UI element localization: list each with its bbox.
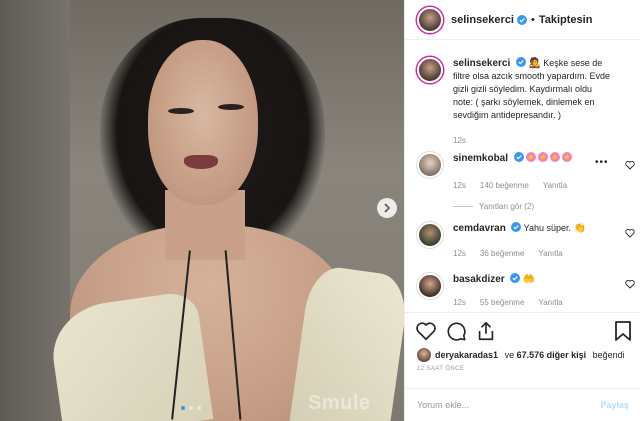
comment-likes[interactable]: 36 beğenme: [480, 247, 524, 260]
flowers-emoji-icon: [526, 152, 574, 163]
more-options-icon[interactable]: •••: [595, 157, 609, 168]
comment-meta: 12s 140 beğenme Yanıtla: [453, 179, 613, 192]
share-button[interactable]: [475, 320, 497, 342]
verified-badge-icon: [513, 152, 524, 162]
post-video[interactable]: Smule: [0, 0, 404, 421]
flower-icon: [550, 152, 561, 162]
smule-watermark: Smule: [308, 392, 371, 414]
share-upload-icon: [478, 321, 494, 340]
flower-icon: [526, 152, 537, 162]
comment-button[interactable]: [445, 320, 467, 342]
comment-username[interactable]: basakdizer: [453, 274, 505, 285]
comment-like-heart-icon[interactable]: [625, 160, 635, 170]
comment-username[interactable]: cemdavran: [453, 223, 506, 234]
likes-suffix: beğendi: [590, 350, 625, 360]
comment-likes[interactable]: 55 beğenme: [480, 296, 524, 309]
comment-body: cemdavran Yahu süper. 👏 12s 36 beğenme Y…: [453, 222, 613, 260]
comment-body: basakdizer 🤲 12s 55 beğenme Yanıtla: [453, 273, 613, 309]
carousel-dot: [189, 406, 193, 410]
comment-time: 12s: [453, 298, 466, 307]
liker-username[interactable]: deryakaradas1: [435, 350, 498, 360]
instagram-post-window: Smule selinsekerci • Takiptesin selinsek…: [0, 0, 640, 421]
person-face: [148, 40, 258, 205]
comment-like-heart-icon[interactable]: [625, 228, 635, 238]
flower-icon: [562, 152, 573, 162]
verified-badge-icon: [511, 222, 522, 232]
post-sidebar: selinsekerci • Takiptesin selinsekerci 🧑…: [404, 0, 640, 421]
author-username[interactable]: selinsekerci: [451, 14, 514, 26]
heart-icon: [416, 321, 436, 340]
comment-like-heart-icon[interactable]: [625, 279, 635, 289]
comment-item: basakdizer 🤲 12s 55 beğenme Yanıtla: [417, 273, 635, 309]
liker-avatar[interactable]: [417, 348, 431, 362]
person-eye-left: [168, 108, 194, 114]
add-comment-bar: Paylaş: [405, 388, 640, 421]
person-mouth: [184, 155, 218, 169]
verified-badge-icon: [515, 57, 526, 67]
singer-emoji-icon: 🧑‍🎤: [528, 58, 541, 69]
replies-divider: [453, 206, 473, 207]
reply-button[interactable]: Yanıtla: [538, 296, 562, 309]
post-timestamp[interactable]: 12 SAAT ÖNCE: [417, 366, 464, 372]
post-actions-bar: [405, 312, 640, 348]
save-button[interactable]: [613, 320, 633, 342]
likes-connector: ve: [502, 350, 517, 360]
carousel-dots: [181, 406, 201, 410]
post-header: selinsekerci • Takiptesin: [405, 0, 640, 40]
comments-list[interactable]: selinsekerci 🧑‍🎤 Keşke sese de filtre ol…: [405, 41, 640, 311]
open-hands-emoji-icon: 🤲: [522, 274, 536, 285]
following-button[interactable]: Takiptesin: [539, 14, 593, 26]
reply-button[interactable]: Yanıtla: [543, 179, 567, 192]
person-eye-right: [218, 104, 244, 110]
carousel-dot: [197, 406, 201, 410]
carousel-dot: [181, 406, 185, 410]
clapping-hand-emoji-icon: 👏: [573, 223, 587, 234]
chevron-right-icon: [384, 203, 391, 213]
verified-badge-icon: [517, 14, 527, 25]
likes-summary: deryakaradas1 ve 67.576 diğer kişi beğen…: [417, 348, 625, 362]
likes-count[interactable]: 67.576 diğer kişi: [517, 350, 587, 360]
flower-icon: [538, 152, 549, 162]
commenter-avatar[interactable]: [417, 152, 443, 178]
commenter-avatar[interactable]: [417, 273, 443, 299]
comment-text: Yahu süper.: [523, 223, 572, 233]
caption-meta: 12s: [453, 134, 613, 147]
reply-button[interactable]: Yanıtla: [538, 247, 562, 260]
verified-badge-icon: [510, 273, 521, 283]
like-button[interactable]: [415, 320, 437, 342]
comment-bubble-icon: [447, 322, 466, 341]
comment-time: 12s: [453, 181, 466, 190]
commenter-avatar[interactable]: [417, 222, 443, 248]
comment-meta: 12s 36 beğenme Yanıtla: [453, 247, 613, 260]
bookmark-icon: [615, 321, 631, 341]
next-media-button[interactable]: [377, 198, 397, 218]
caption-item: selinsekerci 🧑‍🎤 Keşke sese de filtre ol…: [417, 57, 635, 147]
header-separator: •: [531, 13, 535, 26]
post-comment-button[interactable]: Paylaş: [600, 400, 629, 410]
caption-time: 12s: [453, 136, 466, 145]
view-replies-button[interactable]: Yanıtları gör (2): [453, 200, 613, 213]
comment-input[interactable]: [417, 400, 587, 410]
comment-item: cemdavran Yahu süper. 👏 12s 36 beğenme Y…: [417, 222, 635, 260]
likes-text: deryakaradas1 ve 67.576 diğer kişi beğen…: [435, 350, 625, 360]
view-replies-label: Yanıtları gör (2): [479, 202, 534, 211]
author-avatar[interactable]: [417, 6, 443, 33]
comment-body: sinemkobal 12s 140 beğenme Yanıtla Yanıt…: [453, 152, 613, 213]
comment-likes[interactable]: 140 beğenme: [480, 179, 529, 192]
caption-body: selinsekerci 🧑‍🎤 Keşke sese de filtre ol…: [453, 57, 613, 147]
comment-username[interactable]: sinemkobal: [453, 153, 508, 164]
caption-username[interactable]: selinsekerci: [453, 58, 510, 69]
comment-meta: 12s 55 beğenme Yanıtla: [453, 296, 613, 309]
comment-time: 12s: [453, 249, 466, 258]
author-avatar[interactable]: [417, 57, 443, 83]
